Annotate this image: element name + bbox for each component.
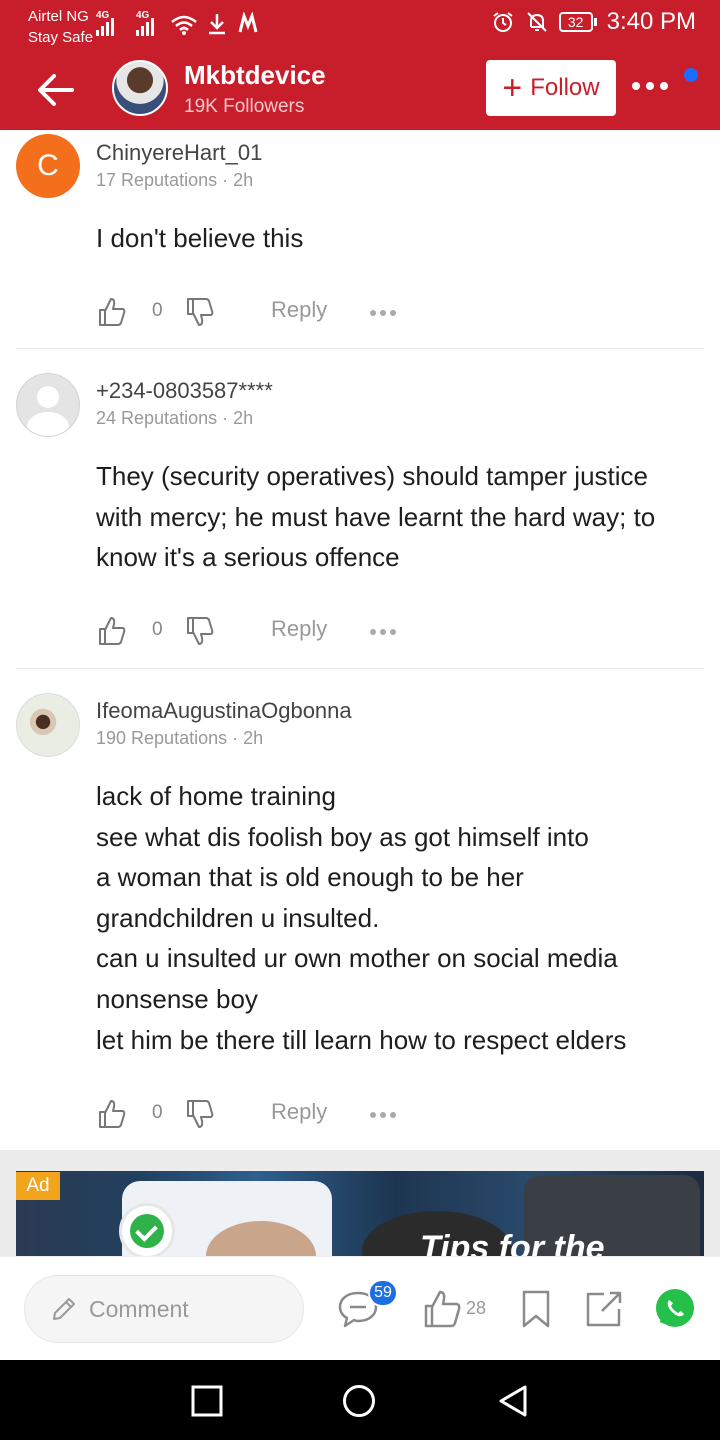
carrier-info: Airtel NG Stay Safe [28,6,93,48]
mute-icon [526,12,547,32]
thumbs-up-icon[interactable] [96,615,128,647]
clock: 3:40 PM [606,8,696,35]
app-header: Airtel NG Stay Safe 4G 4G 32 3:40 PM Mkb… [0,0,720,130]
channel-name[interactable]: Mkbtdevice [184,60,326,91]
home-icon[interactable] [342,1384,376,1418]
reply-button[interactable]: Reply [271,616,327,642]
comment-more-icon[interactable] [370,629,396,635]
channel-avatar[interactable] [112,60,168,116]
news-app-icon [238,12,258,33]
commenter-name[interactable]: +234-0803587**** [96,378,273,404]
carrier-sub: Stay Safe [28,29,94,46]
plus-icon: + [502,69,523,107]
commenter-name[interactable]: ChinyereHart_01 [96,140,262,166]
comment-meta: 17 Reputations · 2h [96,170,254,190]
share-icon[interactable] [582,1287,626,1331]
comment-item: +234-0803587**** 24 Reputations · 2h The… [0,349,720,667]
status-bar: Airtel NG Stay Safe 4G 4G 32 3:40 PM [0,0,720,48]
ad-image[interactable]: Tips for the [16,1171,704,1260]
comment-more-icon[interactable] [370,310,396,316]
thumbs-down-icon[interactable] [184,296,216,328]
notification-dot [684,68,698,82]
like-count: 0 [152,300,163,321]
status-icons-left: 4G 4G [96,10,260,36]
comment-item: IfeomaAugustinaOgbonna 190 Reputations ·… [0,669,720,1150]
alarm-icon [493,12,513,32]
download-icon [209,14,225,35]
comment-more-icon[interactable] [370,1112,396,1118]
commenter-avatar[interactable] [16,373,80,437]
nav-back-icon[interactable] [496,1384,530,1418]
comment-meta: 190 Reputations · 2h [96,728,264,748]
thumbs-down-icon[interactable] [184,615,216,647]
check-icon [119,1203,175,1259]
commenter-avatar[interactable] [16,693,80,757]
back-arrow-icon[interactable] [34,70,78,110]
follow-button[interactable]: + Follow [486,60,616,116]
recents-icon[interactable] [190,1384,224,1418]
comment-actions: 0 Reply [96,1098,416,1130]
thumbs-down-icon[interactable] [184,1098,216,1130]
comment-item: C ChinyereHart_01 17 Reputations · 2h I … [0,130,720,348]
thumbs-up-icon[interactable] [96,296,128,328]
commenter-avatar[interactable]: C [16,134,80,198]
article-like-count: 28 [466,1298,487,1318]
thumbs-up-icon[interactable] [420,1287,464,1331]
wifi-icon [171,15,197,35]
commenter-name[interactable]: IfeomaAugustinaOgbonna [96,698,352,724]
like-count: 0 [152,619,163,640]
bottom-action-bar: Comment 59 28 [0,1256,720,1360]
comment-actions: 0 Reply [96,615,416,647]
ad-badge: Ad [16,1172,60,1200]
comment-input[interactable]: Comment [24,1275,304,1343]
carrier-name: Airtel NG [28,8,89,25]
whatsapp-icon[interactable] [654,1287,696,1329]
reply-button[interactable]: Reply [271,297,327,323]
follow-label: Follow [530,74,600,101]
pencil-icon [53,1298,75,1320]
battery-level: 32 [558,12,593,32]
battery-icon: 32 [558,12,597,32]
comment-placeholder: Comment [89,1295,189,1322]
comment-text: I don't believe this [96,223,304,253]
comment-text: They (security operatives) should tamper… [96,461,656,573]
system-nav-bar [0,1360,720,1440]
status-icons-right: 32 3:40 PM [491,8,696,36]
network-type-1: 4G [96,10,110,21]
like-count: 0 [152,1102,163,1123]
bookmark-icon[interactable] [514,1287,558,1331]
comment-text: lack of home training see what dis fooli… [96,781,627,1055]
more-icon[interactable] [632,82,668,90]
comment-count-badge: 59 [368,1279,398,1307]
signal-icon: 4G [96,10,114,36]
signal-icon-2: 4G [136,10,154,36]
comment-actions: 0 Reply [96,296,416,328]
reply-button[interactable]: Reply [271,1099,327,1125]
thumbs-up-icon[interactable] [96,1098,128,1130]
network-type-2: 4G [136,10,150,21]
follower-count: 19K Followers [184,96,305,117]
comment-meta: 24 Reputations · 2h [96,408,254,428]
